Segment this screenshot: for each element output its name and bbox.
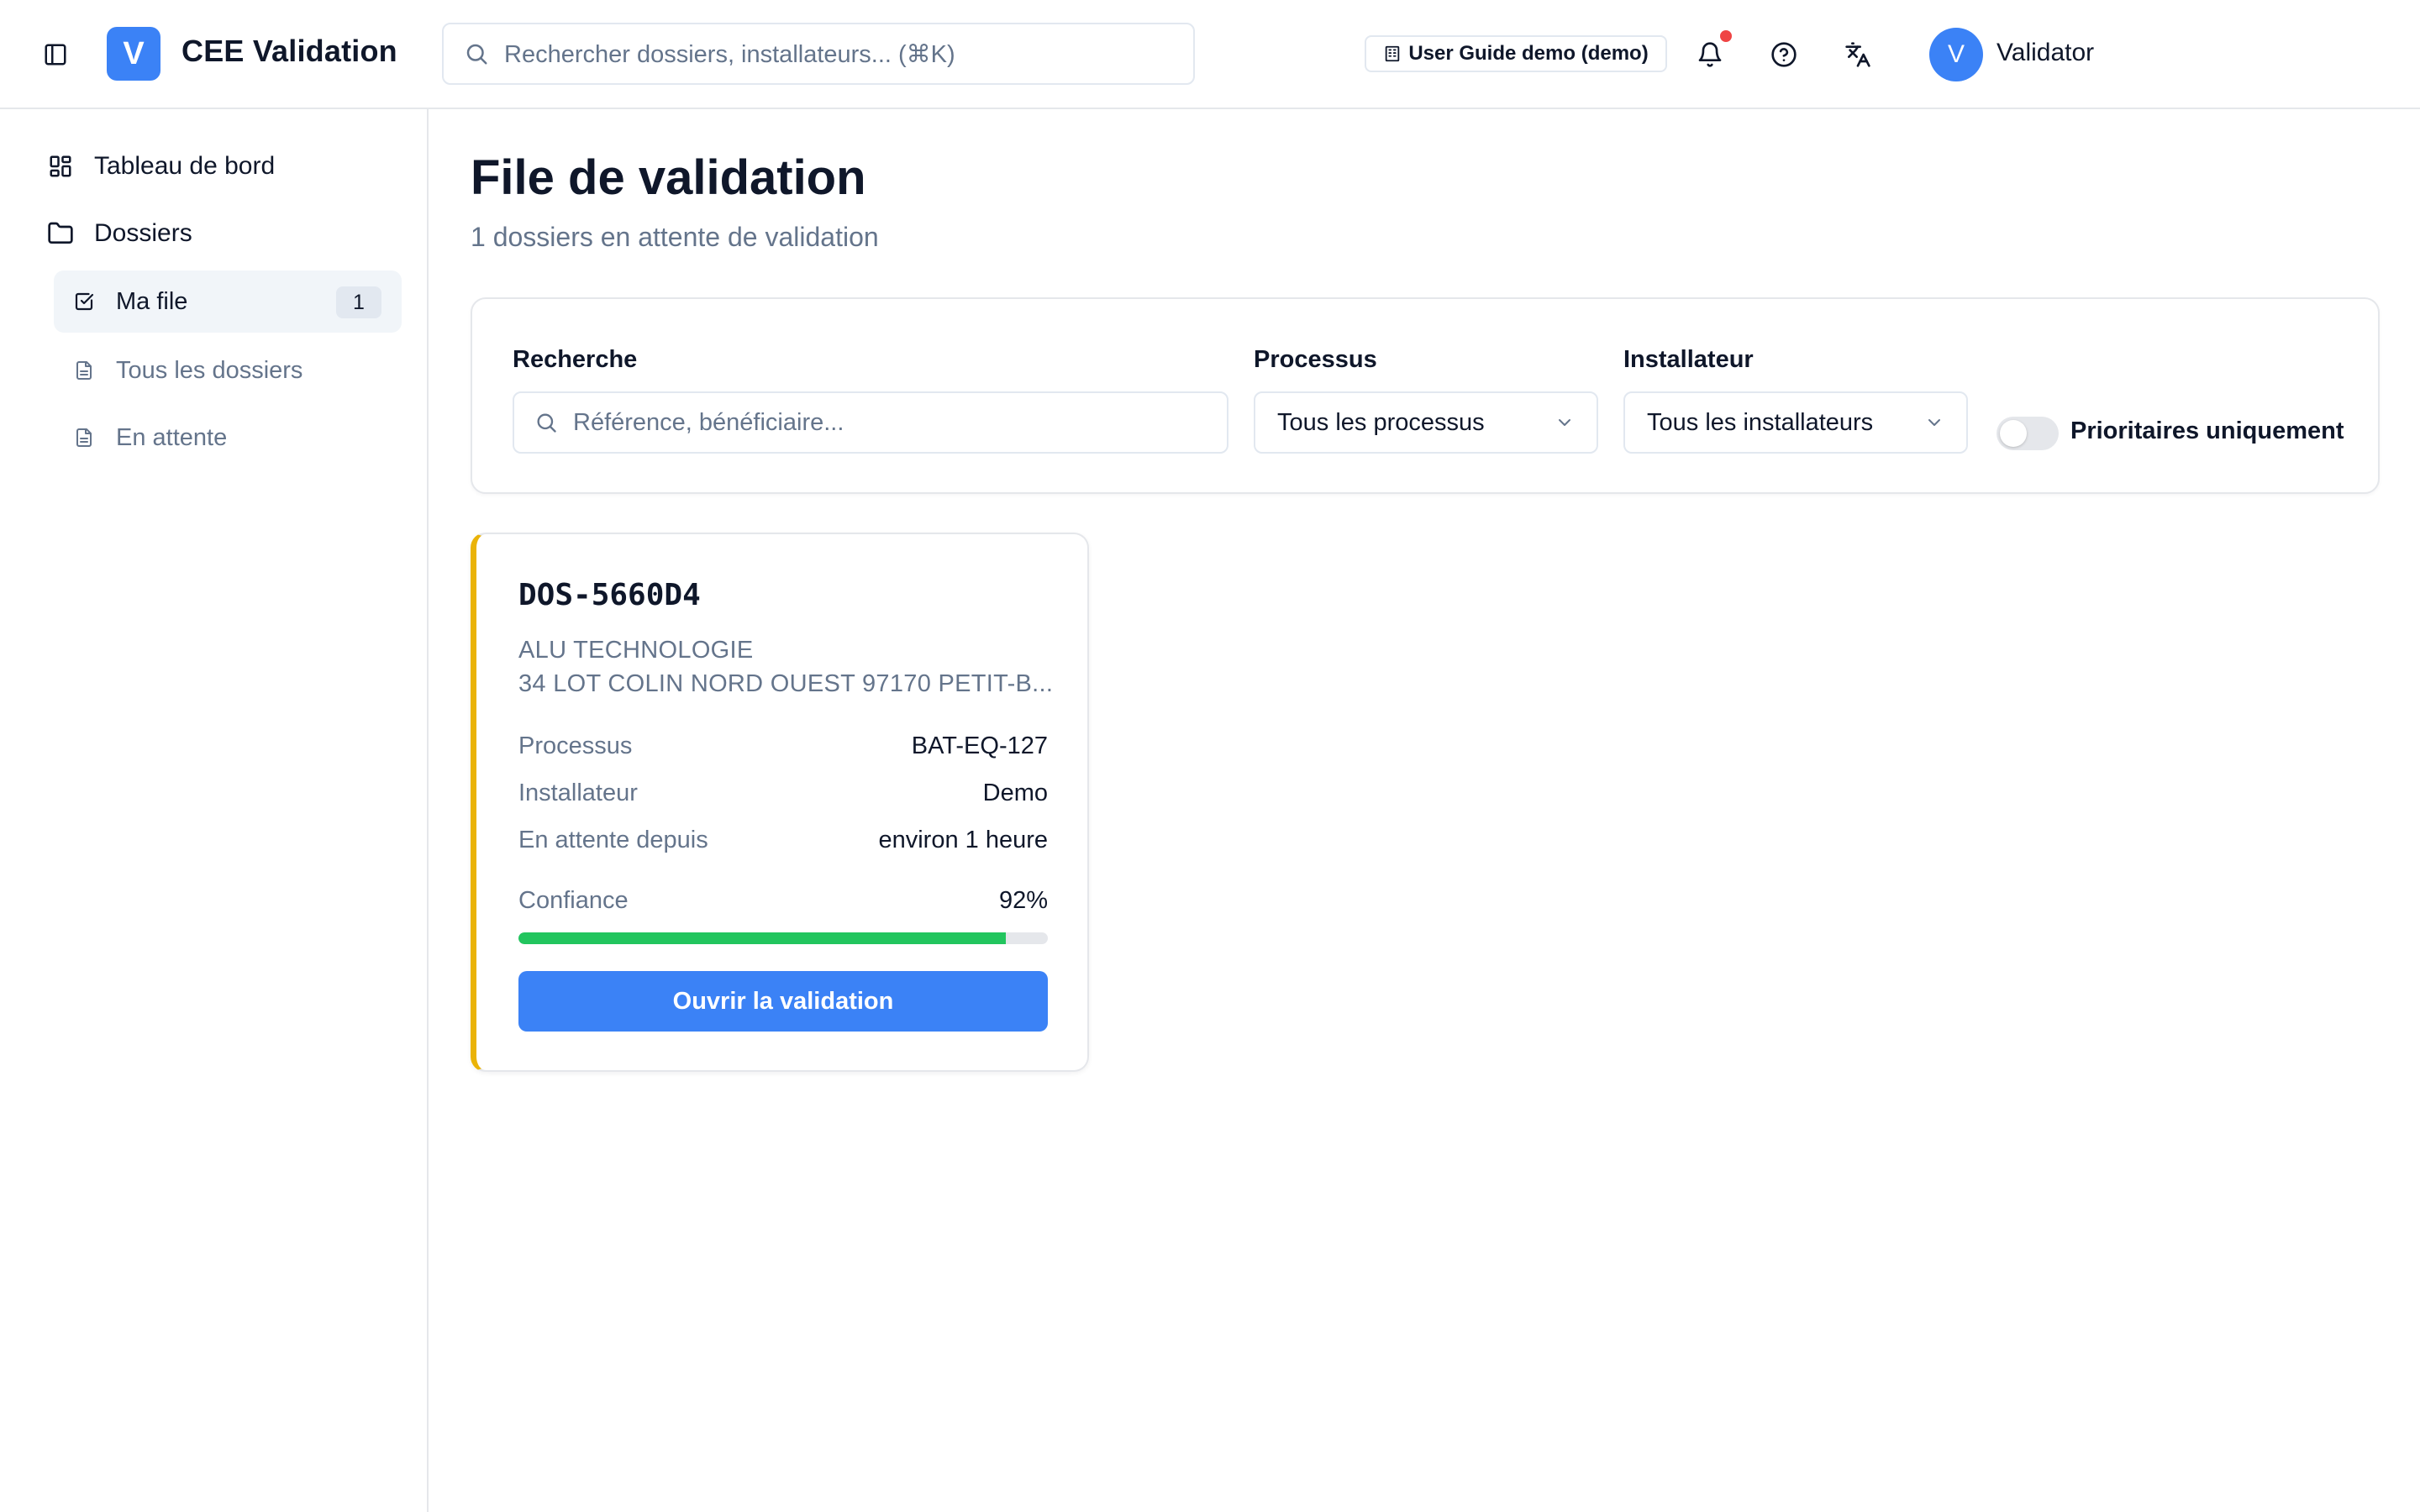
sidebar-item-label: Tableau de bord — [94, 152, 276, 180]
sidebar-item-label: Tous les dossiers — [116, 356, 303, 384]
process-filter-label: Processus — [1254, 346, 1377, 373]
building-icon — [1383, 45, 1402, 63]
installer-row: Installateur Demo — [518, 780, 1048, 807]
reference-search-input[interactable]: Référence, bénéficiaire... — [513, 391, 1228, 454]
sidebar-toggle-icon[interactable] — [39, 38, 72, 71]
chevron-down-icon — [1924, 412, 1944, 433]
reference-search-placeholder: Référence, bénéficiaire... — [573, 408, 844, 436]
notification-dot — [1720, 30, 1732, 42]
help-icon[interactable] — [1765, 36, 1802, 73]
search-filter-label: Recherche — [513, 346, 638, 373]
avatar[interactable]: V — [1929, 28, 1983, 81]
language-icon[interactable] — [1839, 36, 1876, 73]
sidebar-item-en-attente[interactable]: En attente — [54, 407, 402, 469]
global-search-placeholder: Rechercher dossiers, installateurs... (⌘… — [504, 40, 955, 68]
installer-select[interactable]: Tous les installateurs — [1623, 391, 1968, 454]
filters-panel: Recherche Référence, bénéficiaire... Pro… — [471, 297, 2380, 494]
page-subtitle: 1 dossiers en attente de validation — [471, 222, 879, 252]
sidebar-item-dossiers[interactable]: Dossiers — [45, 218, 192, 249]
search-icon — [464, 41, 489, 66]
sidebar-item-label: Ma file — [116, 287, 188, 315]
app-title[interactable]: CEE Validation — [182, 34, 397, 69]
dashboard-icon — [45, 151, 76, 181]
priority-toggle[interactable] — [1996, 417, 2059, 450]
sidebar-item-label: Dossiers — [94, 219, 192, 247]
process-select[interactable]: Tous les processus — [1254, 391, 1598, 454]
installer-filter-label: Installateur — [1623, 346, 1754, 373]
confidence-progress-bar — [518, 932, 1048, 944]
confidence-row: Confiance 92% — [518, 887, 1048, 915]
confidence-progress-fill — [518, 932, 1006, 944]
chevron-down-icon — [1555, 412, 1575, 433]
confidence-key: Confiance — [518, 887, 629, 914]
dossier-reference: DOS-5660D4 — [518, 578, 701, 612]
process-row: Processus BAT-EQ-127 — [518, 732, 1048, 760]
count-badge: 1 — [336, 286, 381, 318]
process-value: BAT-EQ-127 — [911, 732, 1048, 759]
process-key: Processus — [518, 732, 633, 759]
page-title: File de validation — [471, 150, 866, 205]
sidebar-item-label: En attente — [116, 423, 228, 451]
document-icon — [72, 359, 96, 382]
installer-select-value: Tous les installateurs — [1647, 408, 1874, 436]
installer-value: Demo — [982, 780, 1048, 806]
toggle-knob — [2000, 420, 2027, 447]
waiting-value: environ 1 heure — [878, 827, 1048, 853]
sidebar: Tableau de bord Dossiers Ma file 1 Tous … — [0, 109, 429, 1512]
demo-badge-label: User Guide demo (demo) — [1408, 42, 1649, 65]
dossier-card[interactable]: DOS-5660D4 ALU TECHNOLOGIE 34 LOT COLIN … — [471, 533, 1089, 1072]
sidebar-item-tous-les-dossiers[interactable]: Tous les dossiers — [54, 339, 402, 402]
open-validation-button[interactable]: Ouvrir la validation — [518, 971, 1048, 1032]
document-icon — [72, 426, 96, 449]
installer-key: Installateur — [518, 780, 638, 806]
priority-toggle-label: Prioritaires uniquement — [2070, 417, 2344, 444]
demo-badge[interactable]: User Guide demo (demo) — [1365, 35, 1667, 72]
top-header: V CEE Validation Rechercher dossiers, in… — [0, 0, 2420, 109]
confidence-value: 92% — [998, 887, 1048, 914]
user-name[interactable]: Validator — [1996, 39, 2094, 67]
search-icon — [534, 411, 558, 434]
sidebar-item-ma-file[interactable]: Ma file 1 — [54, 270, 402, 333]
folder-icon — [45, 218, 76, 249]
waiting-row: En attente depuis environ 1 heure — [518, 827, 1048, 854]
process-select-value: Tous les processus — [1277, 408, 1485, 436]
global-search-input[interactable]: Rechercher dossiers, installateurs... (⌘… — [442, 23, 1195, 85]
check-square-icon — [72, 290, 96, 313]
dossier-company: ALU TECHNOLOGIE — [518, 637, 754, 664]
sidebar-item-dashboard[interactable]: Tableau de bord — [45, 151, 275, 181]
waiting-key: En attente depuis — [518, 827, 708, 853]
dossier-address: 34 LOT COLIN NORD OUEST 97170 PETIT-B... — [518, 670, 1054, 697]
bell-icon[interactable] — [1691, 36, 1728, 73]
app-logo[interactable]: V — [107, 27, 160, 81]
